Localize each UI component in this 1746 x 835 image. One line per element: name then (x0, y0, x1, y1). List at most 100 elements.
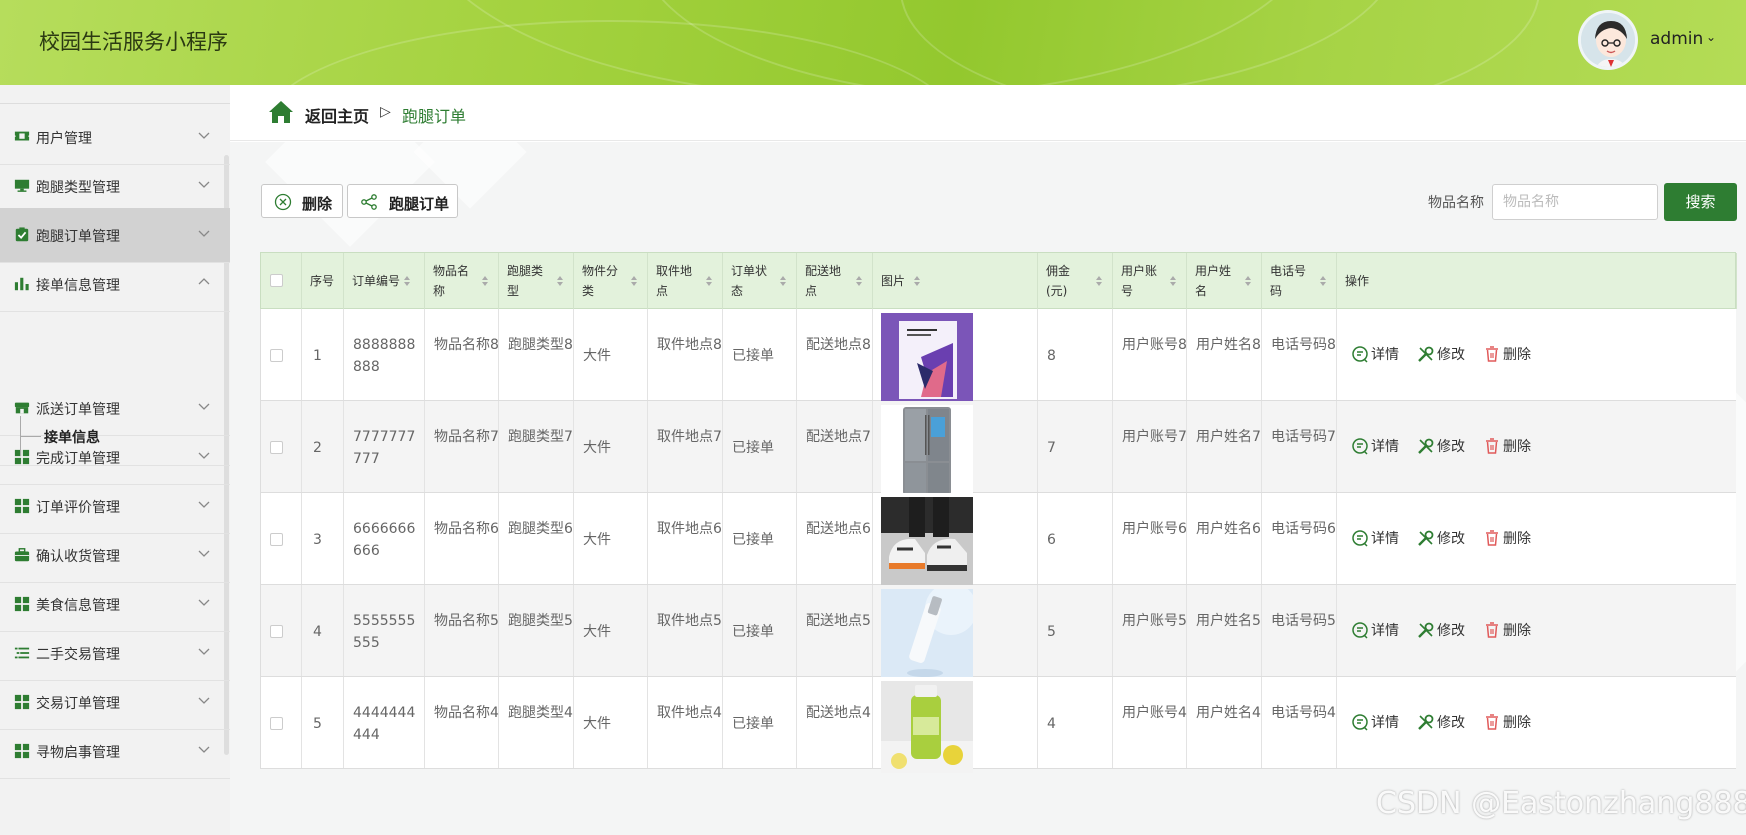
cell-type: 跑腿类型8 (499, 309, 574, 400)
sort-icon (856, 276, 862, 286)
detail-button[interactable]: 详情 (1351, 343, 1407, 365)
row-delete-button[interactable]: 删除 (1483, 435, 1539, 457)
user-name[interactable]: admin (1650, 29, 1703, 49)
cell-item: 物品名称5 (425, 585, 499, 676)
row-delete-button[interactable]: 删除 (1483, 527, 1539, 549)
cell-type: 跑腿类型5 (499, 585, 574, 676)
cell-text: 取件地点4 (657, 705, 722, 721)
sidebar-item-12[interactable]: 寻物启事管理 (0, 724, 230, 779)
sidebar-item-8[interactable]: 确认收货管理 (0, 528, 230, 583)
edit-button[interactable]: 修改 (1417, 435, 1473, 457)
cell-text: 物品名称5 (434, 613, 499, 629)
sidebar-item-11[interactable]: 交易订单管理 (0, 675, 230, 730)
cell-text: 5 (1047, 624, 1056, 640)
sidebar-item-label: 交易订单管理 (36, 696, 120, 712)
detail-button[interactable]: 详情 (1351, 435, 1407, 457)
cell-actions: 详情 修改 删除 (1337, 493, 1737, 584)
column-header-8[interactable]: 配送地点 (797, 253, 873, 309)
edit-button[interactable]: 修改 (1417, 343, 1473, 365)
column-header-11[interactable]: 用户账号 (1113, 253, 1187, 309)
cell-order-no: 6666666666 (344, 493, 425, 584)
sidebar-item-7[interactable]: 订单评价管理 (0, 479, 230, 534)
cell-account: 用户账号5 (1113, 585, 1187, 676)
breadcrumb-home-link[interactable]: 返回主页 (305, 103, 369, 127)
row-checkbox[interactable] (270, 625, 283, 638)
column-header-4[interactable]: 跑腿类型 (499, 253, 574, 309)
row-checkbox[interactable] (270, 533, 283, 546)
row-delete-button[interactable]: 删除 (1483, 619, 1539, 641)
cell-text: 5555555555 (353, 613, 416, 651)
cell-pickup: 取件地点5 (648, 585, 723, 676)
avatar[interactable] (1578, 10, 1638, 70)
sidebar-item-1[interactable]: 用户管理 (0, 110, 230, 165)
wrench-icon (1418, 530, 1434, 546)
cell-text: 取件地点6 (657, 521, 722, 537)
cell-category: 大件 (574, 677, 648, 768)
column-header-label: 订单编号 (352, 274, 401, 288)
wrench-icon (1418, 714, 1434, 730)
cell-text: 已接单 (732, 440, 774, 456)
delete-button-label: 删除 (302, 195, 333, 213)
column-header-13[interactable]: 电话号码 (1262, 253, 1337, 309)
row-select-cell (261, 493, 302, 584)
product-thumbnail[interactable] (881, 313, 973, 405)
row-checkbox[interactable] (270, 717, 283, 730)
detail-button[interactable]: 详情 (1351, 619, 1407, 641)
sidebar-item-4[interactable]: 接单信息管理 (0, 257, 230, 312)
column-header-label: 序号 (310, 274, 335, 288)
sidebar-item-2[interactable]: 跑腿类型管理 (0, 159, 230, 214)
product-thumbnail[interactable] (881, 589, 973, 681)
sidebar-item-10[interactable]: 二手交易管理 (0, 626, 230, 681)
column-header-9[interactable]: 图片 (873, 253, 1038, 309)
delete-button[interactable]: 删除 (261, 184, 343, 218)
search-button[interactable]: 搜索 (1664, 183, 1737, 221)
cell-text: 取件地点5 (657, 613, 722, 629)
row-delete-button-label: 删除 (1503, 347, 1531, 363)
sidebar-item-3[interactable]: 跑腿订单管理 (0, 208, 230, 263)
row-checkbox[interactable] (270, 441, 283, 454)
item-name-search-input[interactable] (1492, 184, 1658, 220)
wrench-icon (1418, 622, 1434, 638)
sidebar-item-label: 跑腿订单管理 (36, 229, 120, 245)
edit-button[interactable]: 修改 (1417, 711, 1473, 733)
column-header-6[interactable]: 取件地点 (648, 253, 723, 309)
cell-status: 已接单 (723, 677, 797, 768)
sidebar-subitem-order-info[interactable]: 接单信息 (0, 406, 230, 466)
cell-text: 已接单 (732, 348, 774, 364)
column-header-3[interactable]: 物品名称 (425, 253, 499, 309)
edit-button[interactable]: 修改 (1417, 619, 1473, 641)
column-header-12[interactable]: 用户姓名 (1187, 253, 1262, 309)
monitor-icon (14, 179, 30, 192)
juice-bottle-image (881, 681, 973, 773)
detail-button[interactable]: 详情 (1351, 711, 1407, 733)
column-header-2[interactable]: 订单编号 (344, 253, 425, 309)
sidebar-item-label: 二手交易管理 (36, 647, 120, 663)
sidebar-item-9[interactable]: 美食信息管理 (0, 577, 230, 632)
detail-button[interactable]: 详情 (1351, 527, 1407, 549)
select-all-checkbox[interactable] (270, 274, 283, 287)
column-header-7[interactable]: 订单状态 (723, 253, 797, 309)
cell-actions: 详情 修改 删除 (1337, 677, 1737, 768)
column-header-5[interactable]: 物件分类 (574, 253, 648, 309)
search-label: 物品名称 (1428, 195, 1484, 211)
cell-text: 4444444444 (353, 705, 416, 743)
cell-image (873, 401, 1038, 497)
product-thumbnail[interactable] (881, 405, 973, 497)
edit-button[interactable]: 修改 (1417, 527, 1473, 549)
product-thumbnail[interactable] (881, 497, 973, 589)
chevron-up-icon (198, 278, 210, 285)
cell-text: 物品名称6 (434, 521, 499, 537)
sidebar-item-label: 跑腿类型管理 (36, 180, 120, 196)
row-checkbox[interactable] (270, 349, 283, 362)
home-icon[interactable] (268, 100, 294, 124)
user-menu-chevron-icon[interactable]: ⌄ (1706, 30, 1716, 44)
product-thumbnail[interactable] (881, 681, 973, 773)
cell-text: 电话号码5 (1271, 613, 1336, 629)
row-delete-button[interactable]: 删除 (1483, 343, 1539, 365)
share-orders-button[interactable]: 跑腿订单 (347, 184, 458, 218)
row-delete-button[interactable]: 删除 (1483, 711, 1539, 733)
close-circle-icon (274, 193, 292, 211)
clipboard-check-icon (15, 227, 29, 242)
column-header-10[interactable]: 佣金(元) (1038, 253, 1113, 309)
cell-text: 物品名称7 (434, 429, 499, 445)
